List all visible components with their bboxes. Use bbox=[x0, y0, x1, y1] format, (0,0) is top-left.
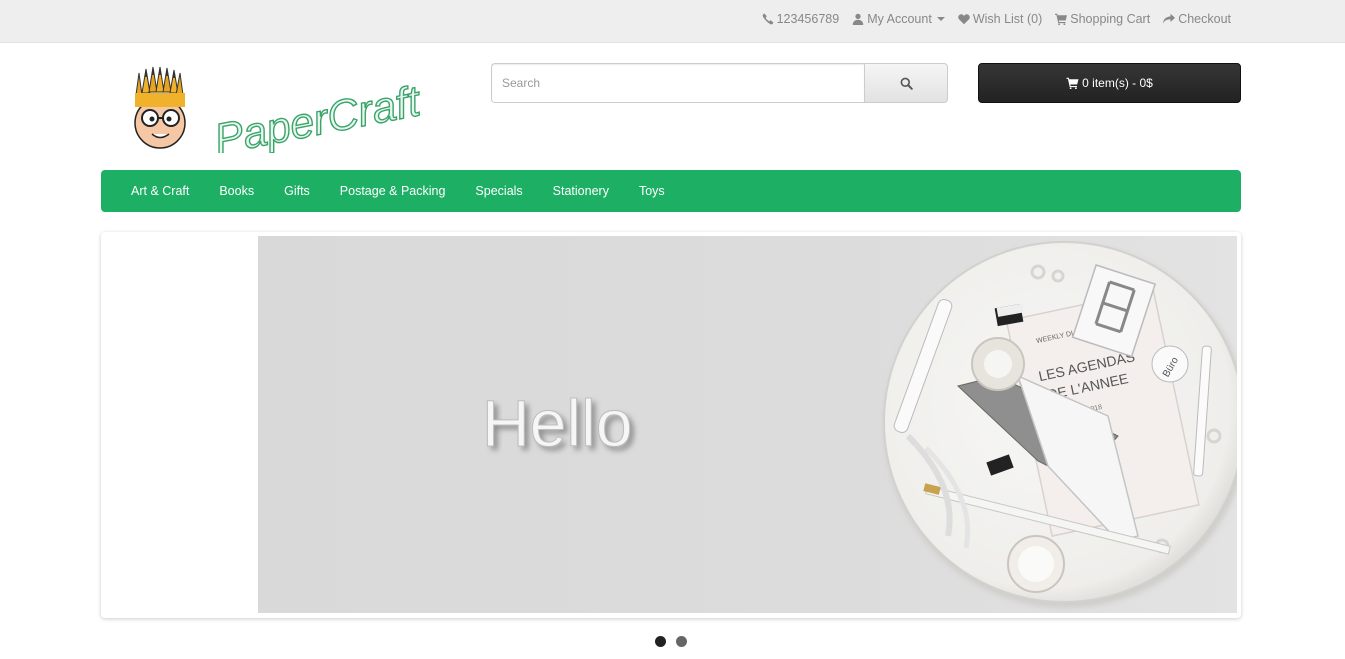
search-button[interactable] bbox=[864, 63, 948, 103]
shopping-cart-link[interactable]: Shopping Cart bbox=[1055, 12, 1150, 26]
chevron-down-icon bbox=[936, 16, 945, 21]
my-account-dropdown[interactable]: My Account bbox=[852, 12, 945, 26]
shopping-cart-label: Shopping Cart bbox=[1070, 11, 1151, 26]
store-logo[interactable]: PaperCraft bbox=[126, 63, 460, 165]
menu-item-specials[interactable]: Specials bbox=[460, 184, 537, 198]
menu-item-stationery[interactable]: Stationery bbox=[538, 184, 624, 198]
wish-list-label: Wish List (0) bbox=[972, 11, 1043, 26]
banner-image: Hello Hello WEEKLY DIARY LES AGENDAS DE … bbox=[258, 236, 1237, 613]
cart-icon bbox=[1055, 13, 1068, 25]
my-account-label: My Account bbox=[867, 11, 932, 26]
pager-dot-2[interactable] bbox=[675, 636, 687, 647]
phone-number: 123456789 bbox=[776, 11, 840, 26]
menu-item-postage-packing[interactable]: Postage & Packing bbox=[325, 184, 461, 198]
phone-icon bbox=[762, 13, 773, 24]
checkout-label: Checkout bbox=[1178, 11, 1231, 26]
category-menu: Art & Craft Books Gifts Postage & Packin… bbox=[101, 170, 1241, 212]
hello-text: Hello bbox=[482, 386, 632, 460]
cart-icon bbox=[1066, 77, 1079, 89]
search-icon bbox=[900, 77, 913, 90]
checkout-link[interactable]: Checkout bbox=[1163, 12, 1231, 26]
phone-link[interactable]: 123456789 bbox=[762, 11, 840, 26]
banner-slide[interactable]: Hello Hello WEEKLY DIARY LES AGENDAS DE … bbox=[258, 236, 1237, 613]
logo-text: PaperCraft bbox=[210, 77, 425, 153]
stationery-plate: WEEKLY DIARY LES AGENDAS DE L'ANNEE 2018… bbox=[883, 241, 1237, 608]
wish-list-link[interactable]: Wish List (0) bbox=[958, 12, 1042, 26]
top-links: 123456789 My Account Wish List (0) Shopp… bbox=[749, 0, 1231, 37]
heart-icon bbox=[958, 13, 970, 24]
pager-dot-1[interactable] bbox=[654, 636, 666, 647]
user-icon bbox=[852, 13, 864, 25]
share-icon bbox=[1163, 13, 1176, 23]
menu-item-books[interactable]: Books bbox=[204, 184, 269, 198]
pencil-hair bbox=[135, 66, 184, 96]
cart-total: 0 item(s) - 0$ bbox=[1082, 76, 1153, 90]
search-group bbox=[491, 63, 948, 103]
top-bar: 123456789 My Account Wish List (0) Shopp… bbox=[0, 0, 1345, 43]
slideshow-pager bbox=[0, 636, 1345, 647]
menu-item-art-craft[interactable]: Art & Craft bbox=[116, 184, 204, 198]
slideshow[interactable]: Hello Hello WEEKLY DIARY LES AGENDAS DE … bbox=[101, 232, 1241, 618]
cart-button[interactable]: 0 item(s) - 0$ bbox=[978, 63, 1241, 103]
menu-item-toys[interactable]: Toys bbox=[624, 184, 680, 198]
menu-item-gifts[interactable]: Gifts bbox=[269, 184, 325, 198]
logo-image: PaperCraft bbox=[134, 66, 426, 165]
search-input[interactable] bbox=[491, 63, 864, 103]
